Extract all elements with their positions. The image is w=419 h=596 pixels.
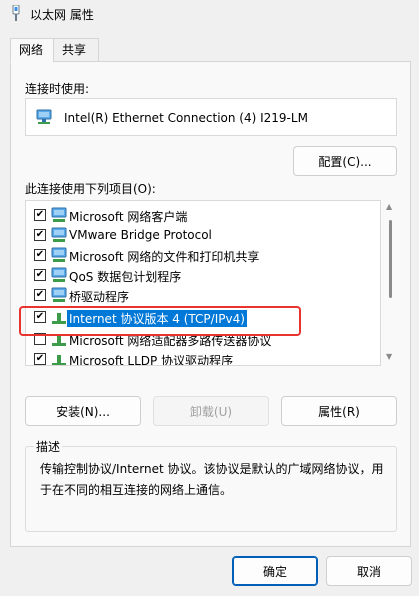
network-adapter-pin-icon [12,5,20,21]
adapter-display: Intel(R) Ethernet Connection (4) I219-LM [25,98,397,136]
connect-using-label: 连接时使用: [25,82,90,96]
network-service-icon [51,227,67,242]
properties-button[interactable]: 属性(R) [281,396,397,426]
network-adapter-icon [36,109,52,124]
tab-panel-network: 连接时使用: Intel(R) Ethernet Connection (4) … [10,61,411,547]
list-item-qos[interactable]: ✔ QoS 数据包计划程序 [26,265,380,285]
list-item-label: VMware Bridge Protocol [69,228,212,242]
checkbox[interactable]: ✔ [34,353,46,365]
uninstall-button[interactable]: 卸载(U) [153,396,269,426]
checkbox[interactable]: ✔ [34,249,46,261]
list-item-file-printer-sharing[interactable]: ✔ Microsoft 网络的文件和打印机共享 [26,245,380,265]
cancel-button[interactable]: 取消 [326,556,412,586]
description-legend: 描述 [34,438,63,455]
scroll-down-arrow-icon[interactable]: ▼ [386,352,392,361]
tab-sharing-label: 共享 [62,43,87,57]
items-listbox[interactable]: ✔ Microsoft 网络客户端 ✔ VMware Bridge Protoc… [25,200,381,366]
adapter-name: Intel(R) Ethernet Connection (4) I219-LM [64,111,308,125]
tab-network[interactable]: 网络 [10,38,54,63]
tab-network-label: 网络 [19,43,44,57]
scroll-thumb[interactable] [389,220,392,298]
list-item-label: QoS 数据包计划程序 [69,270,182,284]
list-item-label: Microsoft LLDP 协议驱动程序 [69,354,234,366]
highlight-annotation [19,306,301,336]
network-service-icon [51,247,67,262]
scroll-up-arrow-icon[interactable]: ▲ [386,202,392,211]
list-item-vmware-bridge[interactable]: ✔ VMware Bridge Protocol [26,225,380,245]
checkbox[interactable]: ✔ [34,209,46,221]
ok-button[interactable]: 确定 [232,556,318,586]
checkbox[interactable]: ✔ [34,269,46,281]
network-service-icon [51,287,67,302]
description-text: 传输控制协议/Internet 协议。该协议是默认的广域网络协议，用于在不同的相… [40,462,384,497]
network-client-icon [51,207,67,222]
list-item-ms-client[interactable]: ✔ Microsoft 网络客户端 [26,205,380,225]
list-item-label: 桥驱动程序 [69,290,130,304]
list-item-label: Microsoft 网络的文件和打印机共享 [69,250,260,264]
list-item-label: Microsoft 网络客户端 [69,210,188,224]
items-label: 此连接使用下列项目(O): [25,182,156,196]
tab-sharing[interactable]: 共享 [53,38,99,62]
configure-button[interactable]: 配置(C)... [293,146,397,176]
checkbox[interactable]: ✔ [34,229,46,241]
list-item-bridge-driver[interactable]: ✔ 桥驱动程序 [26,285,380,305]
network-service-icon [51,267,67,282]
window-title: 以太网 属性 [30,8,94,22]
protocol-icon [52,355,66,365]
description-group: 描述 传输控制协议/Internet 协议。该协议是默认的广域网络协议，用于在不… [25,438,397,532]
list-item-lldp[interactable]: ✔ Microsoft LLDP 协议驱动程序 [26,349,380,366]
checkbox[interactable]: ✔ [34,289,46,301]
title-bar: 以太网 属性 [0,0,419,28]
install-button[interactable]: 安装(N)... [25,396,141,426]
list-scrollbar[interactable]: ▲ ▼ [383,200,397,366]
